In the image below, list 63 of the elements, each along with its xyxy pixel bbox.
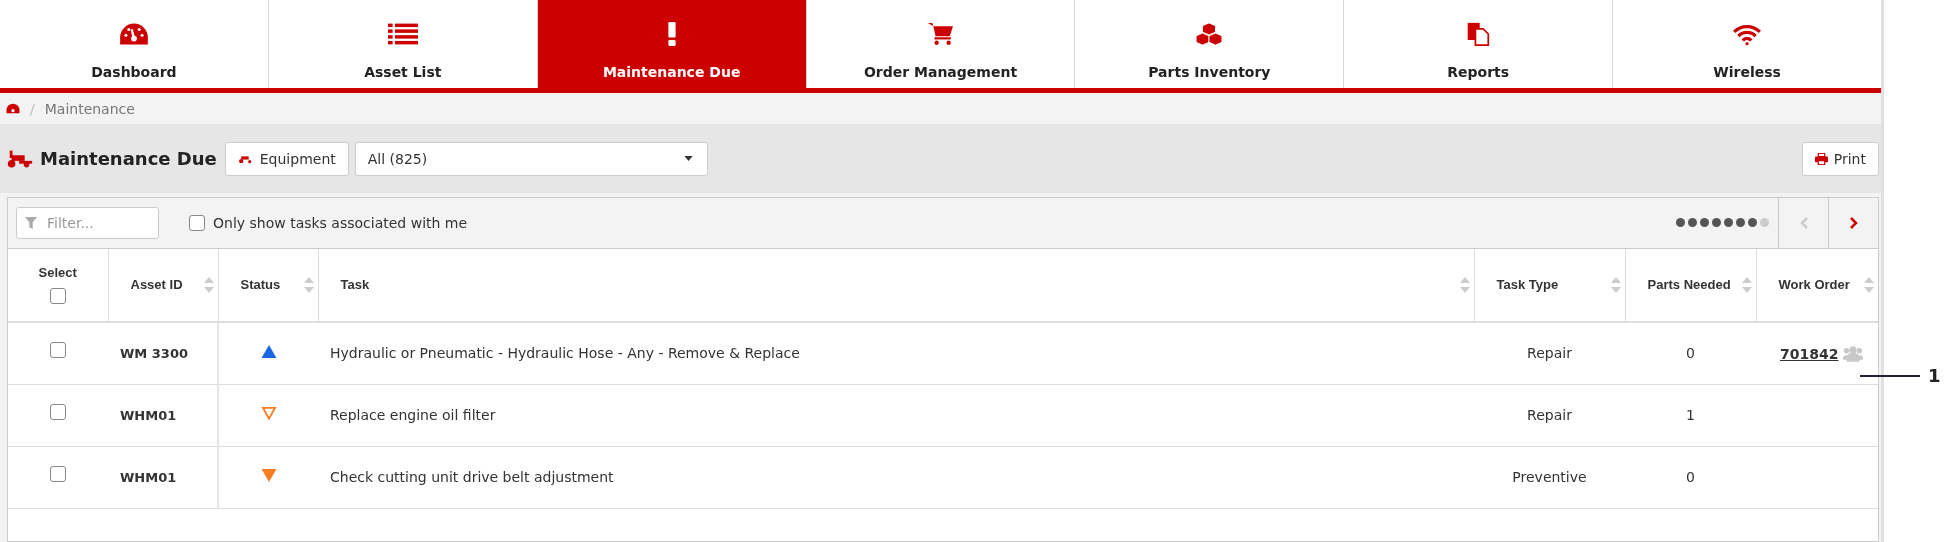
exclamation-icon [666,22,677,46]
column-header[interactable]: Parts Needed [1647,277,1731,293]
mower-icon [237,153,254,165]
page-dot[interactable] [1748,218,1757,228]
nav-tab[interactable]: Dashboard [0,0,269,88]
table-cell: WM 3300 [120,346,188,361]
table-cell: WHM01 [120,470,177,485]
page-dot[interactable] [1700,218,1709,228]
nav-tab[interactable]: Wireless [1613,0,1881,88]
caret-icon [683,156,693,162]
table-cell: WHM01 [120,408,177,423]
cubes-icon [1194,22,1225,46]
nav-tab[interactable]: Reports [1344,0,1614,88]
wifi-icon [1732,22,1763,46]
work-order-link[interactable]: 701842 [1780,345,1839,362]
breadcrumb-item: Maintenance [44,100,135,117]
table-cell: Repair [1527,345,1572,362]
table-cell: Check cutting unit drive belt adjustment [330,469,614,486]
mower-icon [6,148,34,169]
people-icon [1843,345,1864,363]
page-dot[interactable] [1676,218,1685,228]
page-dot[interactable] [1736,218,1745,228]
row-checkbox[interactable] [50,404,66,421]
table-cell: 1 [1686,407,1695,424]
checkbox[interactable] [189,215,205,231]
table-cell: 0 [1686,469,1695,486]
checkbox-label: Only show tasks associated with me [213,215,468,231]
column-header[interactable]: Asset ID [130,277,183,293]
row-checkbox[interactable] [50,342,66,359]
printer-icon [1814,152,1828,165]
table-cell: Hydraulic or Pneumatic - Hydraulic Hose - Any - Remove & Replace [330,345,800,362]
column-header[interactable]: Task Type [1496,277,1559,293]
row-checkbox[interactable] [50,466,66,483]
callout-number: 1 [1928,365,1941,386]
column-header[interactable]: Task [340,277,370,293]
filter-field[interactable]: Filter... [16,207,159,239]
chevron-left-icon [1799,217,1808,229]
column-header[interactable]: Work Order [1778,277,1850,293]
page-dot[interactable] [1760,218,1769,228]
page-dot[interactable] [1712,218,1721,228]
table-cell: Repair [1527,407,1572,424]
print-button[interactable]: Print [1801,141,1879,176]
select-all-checkbox[interactable] [49,288,66,305]
nav-tab[interactable]: Parts Inventory [1075,0,1345,88]
nav-tab[interactable]: Order Management [806,0,1076,88]
page-dot[interactable] [1724,218,1733,228]
list-icon [387,22,418,46]
table-cell: Replace engine oil filter [330,407,496,424]
page-title: Maintenance Due [40,148,217,170]
column-header: Select [38,265,77,281]
nav-tab[interactable]: Maintenance Due [537,0,807,88]
equipment-button[interactable]: Equipment [224,141,349,176]
home-icon[interactable] [6,103,20,115]
table-cell: 0 [1686,345,1695,362]
chevron-right-icon [1849,217,1858,229]
page-dot[interactable] [1688,218,1697,228]
breadcrumb-separator: / [30,100,35,117]
column-header[interactable]: Status [240,277,281,293]
nav-tab[interactable]: Asset List [268,0,538,88]
filter-icon [25,217,37,229]
gauge-icon [118,22,149,46]
table-cell: Preventive [1512,469,1587,486]
asset-filter-dropdown[interactable]: All (825) [354,141,708,176]
